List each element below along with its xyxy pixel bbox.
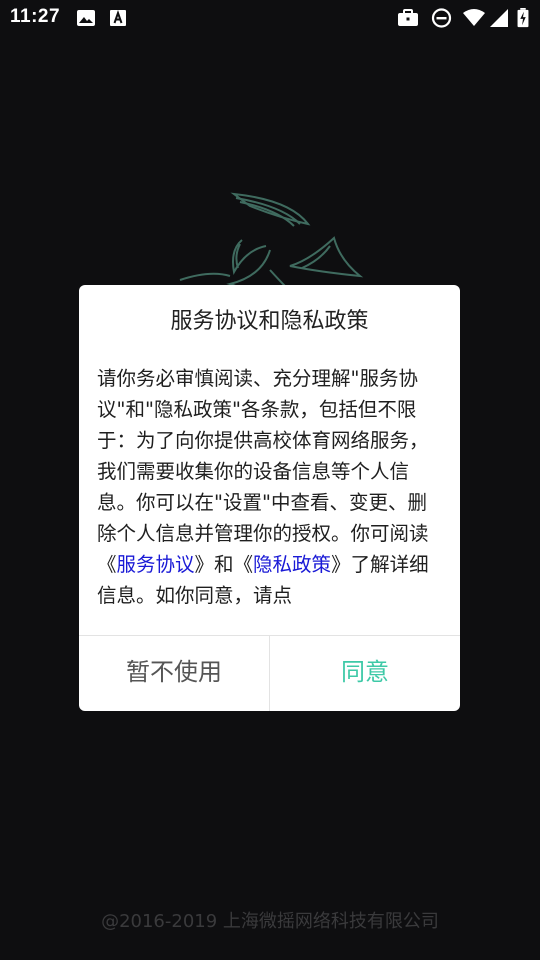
briefcase-icon bbox=[398, 9, 418, 26]
body-text-part: 请你务必审慎阅读、充分理解"服务协议"和"隐私政策"各条款，包括但不限于：为了向… bbox=[97, 367, 429, 576]
dialog-title: 服务协议和隐私政策 bbox=[170, 309, 369, 334]
do-not-disturb-icon bbox=[431, 8, 452, 28]
status-time: 11:27 bbox=[10, 6, 61, 27]
copyright-text: @2016-2019 上海微摇网络科技有限公司 bbox=[101, 911, 439, 932]
body-text-part: 》和《 bbox=[194, 553, 254, 576]
decline-button[interactable]: 暂不使用 bbox=[79, 636, 269, 711]
service-agreement-link[interactable]: 服务协议 bbox=[117, 553, 195, 576]
dialog-body-text: 请你务必审慎阅读、充分理解"服务协议"和"隐私政策"各条款，包括但不限于：为了向… bbox=[97, 363, 442, 607]
agree-button[interactable]: 同意 bbox=[270, 636, 460, 711]
status-bar: 11:27 bbox=[0, 0, 540, 36]
battery-charging-icon bbox=[517, 8, 529, 28]
text-a-icon bbox=[110, 9, 126, 26]
wifi-icon bbox=[463, 9, 485, 26]
signal-icon bbox=[490, 9, 508, 27]
app-screen: 11:27 服务协议和隐私政策 请你务必审慎阅读、充分理解"服务协议"和"隐私政… bbox=[0, 0, 540, 960]
privacy-policy-link[interactable]: 隐私政策 bbox=[253, 553, 331, 576]
image-icon bbox=[77, 10, 95, 26]
privacy-policy-dialog: 服务协议和隐私政策 请你务必审慎阅读、充分理解"服务协议"和"隐私政策"各条款，… bbox=[79, 285, 460, 711]
